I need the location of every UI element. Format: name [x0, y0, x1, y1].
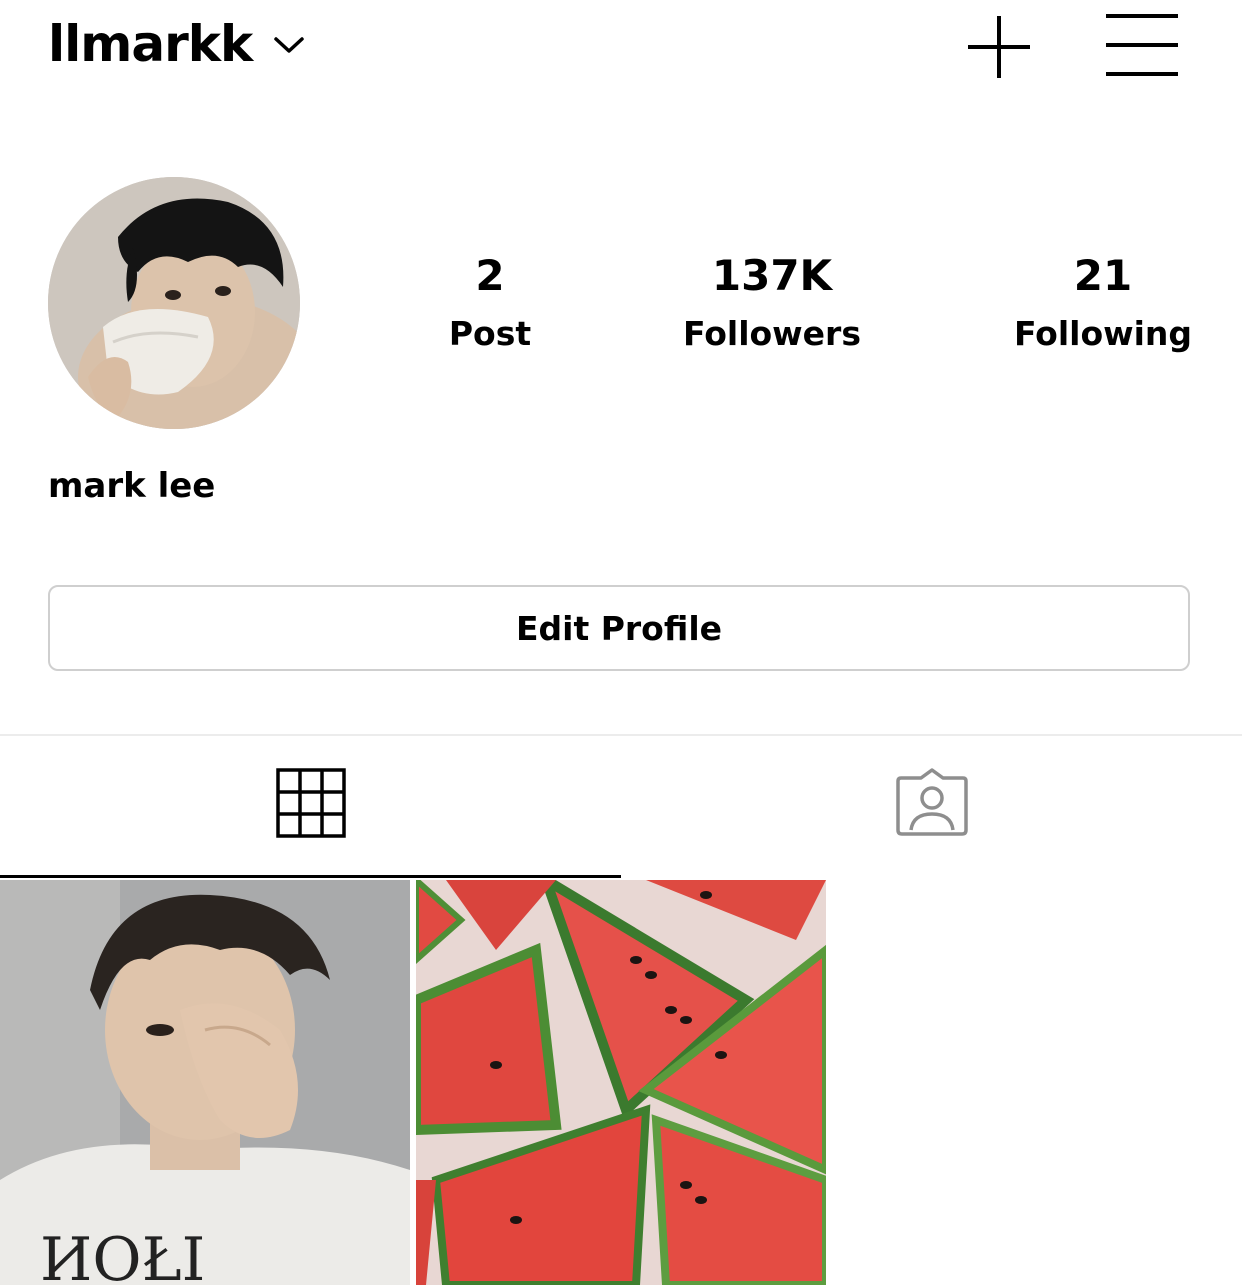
- svg-text:ИOŁI: ИOŁI: [40, 1225, 205, 1285]
- avatar[interactable]: [48, 177, 300, 429]
- display-name: mark lee: [48, 466, 216, 506]
- menu-icon[interactable]: [1104, 12, 1180, 78]
- followers-label: Followers: [683, 314, 861, 353]
- stat-followers[interactable]: 137K Followers: [652, 248, 892, 364]
- post-image: [416, 880, 826, 1285]
- tagged-person-icon: [896, 768, 968, 836]
- tab-grid[interactable]: [0, 736, 621, 878]
- stat-following[interactable]: 21 Following: [1000, 248, 1206, 364]
- stat-posts[interactable]: 2 Post: [410, 248, 570, 364]
- tab-tagged[interactable]: [621, 736, 1242, 878]
- plus-icon[interactable]: [966, 14, 1032, 80]
- posts-label: Post: [448, 314, 532, 353]
- post-image: ИOŁI: [0, 880, 410, 1285]
- edit-profile-button[interactable]: Edit Profile: [48, 585, 1190, 671]
- post-thumbnail[interactable]: ИOŁI: [0, 880, 410, 1285]
- posts-count: 2: [475, 251, 505, 300]
- chevron-down-icon[interactable]: [272, 30, 306, 60]
- avatar-image: [48, 177, 300, 429]
- following-count: 21: [1073, 251, 1133, 300]
- grid-icon: [276, 768, 346, 838]
- followers-count: 137K: [711, 251, 833, 300]
- post-thumbnail[interactable]: [416, 880, 826, 1285]
- following-label: Following: [1013, 314, 1193, 353]
- profile-page: llmarkk 2 Post 137K Followers 21 Followi…: [0, 0, 1242, 1285]
- active-tab-indicator: [0, 875, 621, 878]
- username-title[interactable]: llmarkk: [48, 14, 253, 74]
